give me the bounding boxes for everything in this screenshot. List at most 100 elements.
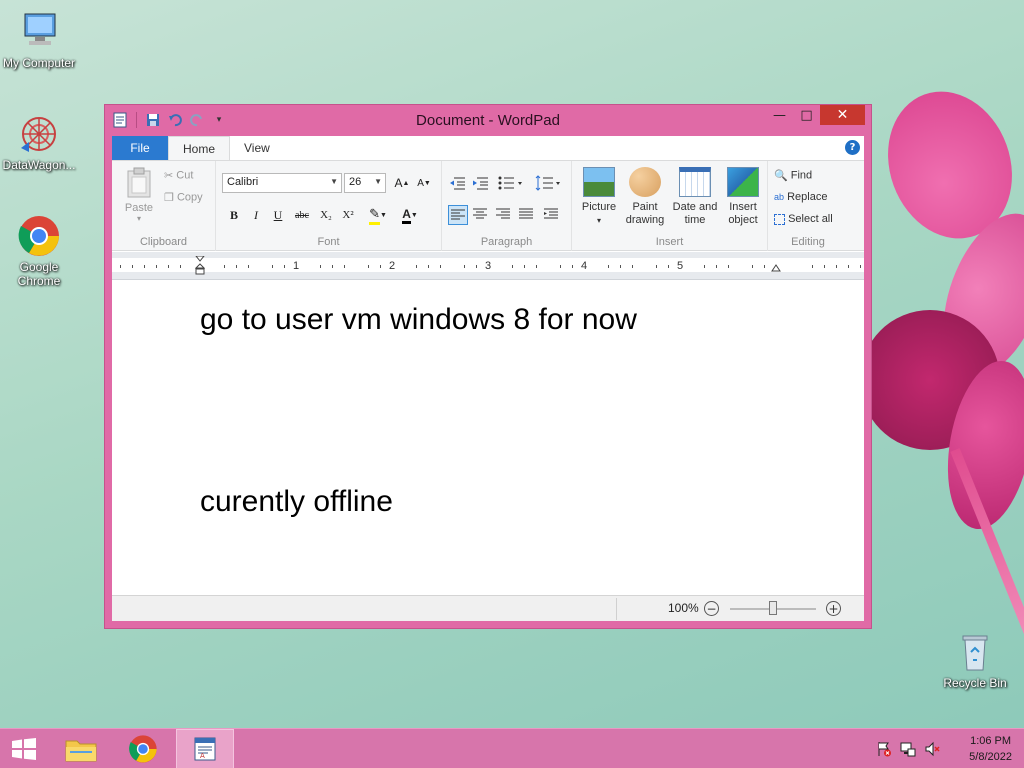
line-spacing-icon [535,175,560,191]
maximize-button[interactable]: □ [793,105,820,125]
cut-button[interactable]: ✂ Cut [164,169,193,182]
replace-button[interactable]: ab Replace [774,191,827,203]
ruler-mark-1: 1 [293,260,300,272]
date-time-button[interactable]: Date and time [670,165,720,227]
folder-icon [65,740,97,762]
paragraph-icon [544,208,558,219]
clipboard-group-label: Clipboard [139,236,188,248]
palette-icon [629,167,661,197]
tab-home[interactable]: Home [168,136,231,160]
document-area[interactable]: go to user vm windows 8 for now curently… [112,281,864,597]
desktop-icon-google-chrome[interactable]: Google Chrome [0,214,78,288]
decrease-indent-button[interactable] [448,173,468,193]
bold-button[interactable]: B [224,205,244,225]
bullets-button[interactable] [496,173,526,193]
font-family-select[interactable]: Calibri ▼ [222,173,342,193]
start-button[interactable] [0,729,48,768]
chrome-icon [17,214,61,258]
align-center-button[interactable] [471,205,491,225]
editing-group: 🔍 Find ab Replace Select all Editing [768,161,848,251]
zoom-in-button[interactable]: + [826,601,841,616]
zoom-slider-thumb[interactable] [769,601,777,615]
taskbar-google-chrome[interactable] [114,729,172,768]
ribbon: Paste ▾ ✂ Cut ❐ Copy Clipboard Calibri ▼ [112,160,864,251]
picture-icon [583,167,615,197]
grow-font-button[interactable]: A ▲ [392,173,412,193]
align-center-icon [473,208,487,219]
select-all-icon [774,213,785,225]
align-left-button[interactable] [448,205,468,225]
shrink-font-button[interactable]: A ▼ [414,173,434,193]
wordpad-icon: A [194,737,216,761]
increase-indent-icon [473,177,488,190]
window-client: File Home View ? Paste ▾ ✂ Cut ❐ Copy Cl… [112,136,864,621]
clock-time: 1:06 PM [970,735,1012,747]
subscript-button[interactable]: X₂ [316,205,336,225]
font-size-select[interactable]: 26 ▼ [344,173,386,193]
desktop-icon-my-computer[interactable]: My Computer [0,10,78,70]
italic-button[interactable]: I [246,205,266,225]
underline-button[interactable]: U [268,205,288,225]
recycle-bin-icon [953,630,997,674]
align-right-button[interactable] [494,205,514,225]
zoom-level[interactable]: 100% [668,601,699,615]
ruler-mark-3: 3 [485,260,492,272]
clock[interactable]: 1:06 PM 5/8/2022 [969,733,1012,765]
ruler[interactable]: 1 2 3 4 5 [112,252,864,280]
ruler-mark-4: 4 [581,260,588,272]
action-center-icon[interactable] [876,741,892,757]
line-spacing-button[interactable] [534,173,564,193]
document-line-1[interactable]: go to user vm windows 8 for now [200,303,637,337]
chevron-down-icon: ▼ [374,177,382,186]
paint-drawing-button[interactable]: Paint drawing [622,165,668,227]
help-icon[interactable]: ? [845,140,860,155]
svg-text:A: A [200,752,205,760]
taskbar-wordpad[interactable]: A [176,729,234,768]
tab-file[interactable]: File [112,136,168,160]
insert-object-button[interactable]: Insert object [720,165,766,227]
ruler-mark-2: 2 [389,260,396,272]
justify-icon [519,208,533,219]
copy-button[interactable]: ❐ Copy [164,191,203,204]
zoom-out-button[interactable]: − [704,601,719,616]
strikethrough-button[interactable]: abc [290,205,314,225]
paste-button[interactable]: Paste ▾ [122,167,156,223]
right-indent-marker[interactable] [771,264,781,274]
binoculars-icon: 🔍 [774,170,788,182]
highlighter-icon: ✎ [369,206,380,225]
select-all-button[interactable]: Select all [774,213,833,225]
editing-group-label: Editing [791,236,825,248]
taskbar-file-explorer[interactable] [52,729,110,768]
align-left-icon [451,209,465,220]
text-color-icon: A [402,207,411,224]
copy-icon: ❐ [164,192,174,204]
tab-view[interactable]: View [230,136,284,160]
window-title: Document - WordPad [416,112,560,129]
computer-icon [17,10,61,54]
desktop-icon-datawagon[interactable]: DataWagon... [0,112,78,172]
increase-indent-button[interactable] [471,173,491,193]
windows-logo-icon [12,738,36,760]
paragraph-settings-button[interactable] [542,205,562,225]
document-line-2[interactable]: curently offline [200,485,393,519]
title-bar[interactable]: ▾ Document - WordPad — □ ✕ [105,105,871,135]
chevron-down-icon: ▼ [330,177,338,186]
desktop-icon-recycle-bin[interactable]: Recycle Bin [936,630,1014,690]
insert-group: Picture ▾ Paint drawing Date and time In… [572,161,768,251]
text-color-button[interactable]: A ▼ [396,205,424,225]
highlight-color-button[interactable]: ✎ ▼ [364,205,392,225]
replace-icon: ab [774,192,785,203]
align-right-icon [496,208,510,219]
wordpad-window[interactable]: ▾ Document - WordPad — □ ✕ File Home Vie… [104,104,872,629]
scissors-icon: ✂ [164,170,174,182]
insert-group-label: Insert [655,236,684,248]
superscript-button[interactable]: X² [338,205,358,225]
justify-button[interactable] [517,205,537,225]
find-button[interactable]: 🔍 Find [774,169,812,182]
picture-button[interactable]: Picture ▾ [576,165,622,227]
network-icon[interactable] [900,741,916,757]
close-button[interactable]: ✕ [820,105,865,125]
minimize-button[interactable]: — [766,105,793,125]
left-indent-marker[interactable] [194,255,206,276]
volume-muted-icon[interactable] [924,741,940,757]
